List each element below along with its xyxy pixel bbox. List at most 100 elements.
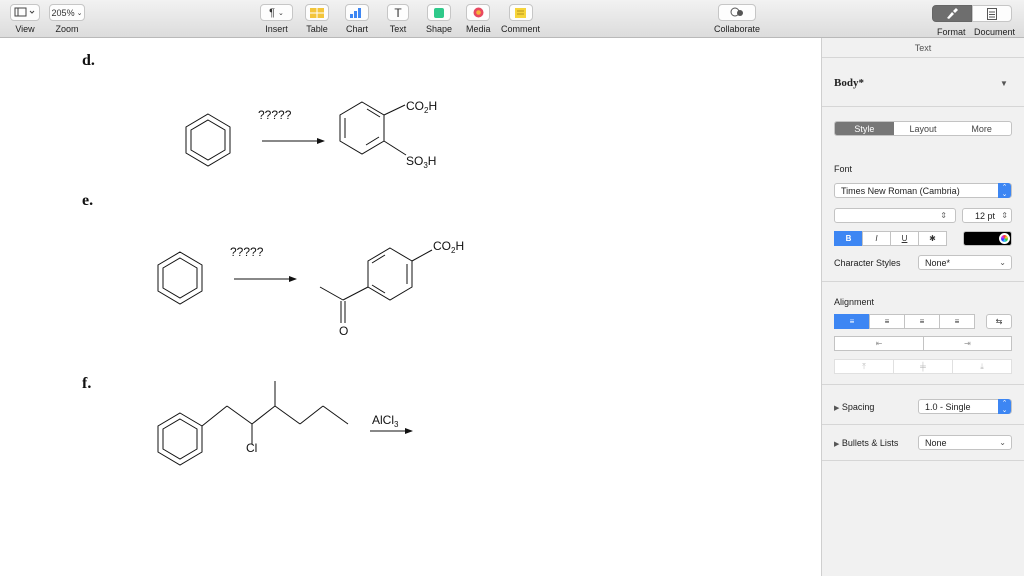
- media-label: Media: [466, 24, 491, 34]
- media-tool[interactable]: Media: [466, 4, 491, 34]
- so3h-group-d: SO3H: [406, 154, 436, 170]
- font-size-field[interactable]: 12 pt ⇕: [962, 208, 1012, 223]
- align-top-button[interactable]: ⤒: [834, 359, 894, 374]
- comment-icon: [515, 7, 526, 18]
- underline-button[interactable]: U: [890, 231, 919, 246]
- updown-arrows-icon: ⇕: [940, 211, 947, 220]
- media-button[interactable]: [466, 4, 491, 21]
- font-typeface-select[interactable]: ⇕: [834, 208, 956, 223]
- divider: [822, 106, 1024, 107]
- inspector-toggle: [932, 5, 1012, 22]
- outdent-icon: ⇤: [875, 339, 883, 348]
- align-bottom-button[interactable]: ⤓: [952, 359, 1012, 374]
- color-wheel-icon[interactable]: [999, 233, 1010, 244]
- benzene-d: [185, 113, 231, 167]
- reagent-f: AlCl3: [372, 413, 399, 429]
- view-label: View: [15, 24, 35, 34]
- character-styles-label: Character Styles: [834, 258, 901, 268]
- reaction-schemes: ????? CO2H SO3H ????? CO2H O Cl AlCl3: [157, 99, 464, 466]
- format-inspector: Text Body* ▼ Style Layout More Font Time…: [821, 38, 1024, 576]
- format-label: Format: [937, 27, 966, 37]
- text-tool[interactable]: T Text: [387, 4, 409, 34]
- zoom-button[interactable]: 205% ⌄: [49, 4, 85, 21]
- paragraph-style-name[interactable]: Body*: [834, 77, 864, 89]
- bullets-disclosure[interactable]: ▶ Bullets & Lists: [834, 438, 898, 448]
- decrease-indent-button[interactable]: ⇤: [834, 336, 924, 351]
- format-button[interactable]: [932, 5, 972, 22]
- align-bottom-icon: ⤓: [980, 361, 984, 371]
- updown-arrows-icon: ⌃ ⌄: [998, 183, 1011, 198]
- justify-icon: ≡: [954, 317, 960, 326]
- stepper-icon[interactable]: ⇕: [1001, 211, 1008, 220]
- comment-tool[interactable]: Comment: [501, 4, 540, 34]
- view-button[interactable]: [10, 4, 40, 21]
- align-center-button[interactable]: ≡: [869, 314, 905, 329]
- italic-button[interactable]: I: [862, 231, 891, 246]
- tab-layout[interactable]: Layout: [894, 122, 953, 135]
- disclosure-triangle-icon: ▶: [834, 405, 840, 412]
- zoom-label: Zoom: [55, 24, 79, 34]
- spacing-label: Spacing: [841, 402, 875, 412]
- align-left-icon: ≡: [849, 317, 855, 326]
- zoom-menu[interactable]: 205% ⌄ Zoom: [49, 4, 85, 34]
- indent-buttons: ⇤ ⇥: [834, 336, 1012, 351]
- chevron-down-icon[interactable]: ▼: [1000, 79, 1008, 88]
- table-tool[interactable]: Table: [305, 4, 329, 34]
- align-middle-icon: ╪: [920, 362, 926, 371]
- spacing-disclosure[interactable]: ▶ Spacing: [834, 402, 874, 412]
- align-middle-button[interactable]: ╪: [893, 359, 953, 374]
- document-icon: [987, 7, 997, 20]
- collaborate-button[interactable]: [718, 4, 757, 21]
- spacing-select[interactable]: 1.0 - Single ⌃ ⌄: [918, 399, 1012, 414]
- font-family-select[interactable]: Times New Roman (Cambria) ⌃ ⌄: [834, 183, 1012, 198]
- chart-tool[interactable]: Chart: [345, 4, 369, 34]
- text-button[interactable]: T: [387, 4, 409, 21]
- comment-label: Comment: [501, 24, 541, 34]
- shape-tool[interactable]: Shape: [426, 4, 452, 34]
- bullets-value: None: [925, 437, 947, 448]
- shape-icon: [434, 7, 445, 18]
- text-options-button[interactable]: ✱: [918, 231, 947, 246]
- tab-more[interactable]: More: [952, 122, 1011, 135]
- view-menu[interactable]: View: [10, 4, 40, 34]
- chevron-down-icon: ⌄: [76, 9, 83, 17]
- font-style-buttons: B I U ✱: [834, 231, 947, 246]
- co2h-group-d: CO2H: [406, 99, 437, 115]
- indent-icon: ⇥: [964, 339, 971, 348]
- comment-button[interactable]: [508, 4, 533, 21]
- chloro-group-f: Cl: [246, 441, 257, 455]
- table-label: Table: [306, 24, 328, 34]
- chevron-down-icon: ⌄: [999, 438, 1006, 447]
- shape-button[interactable]: [427, 4, 452, 21]
- tab-style[interactable]: Style: [835, 122, 894, 135]
- character-styles-select[interactable]: None* ⌄: [918, 255, 1012, 270]
- text-direction-button[interactable]: ⇆: [986, 314, 1012, 329]
- justify-button[interactable]: ≡: [939, 314, 975, 329]
- collaborate-label: Collaborate: [714, 24, 761, 34]
- bullets-select[interactable]: None ⌄: [918, 435, 1012, 450]
- increase-indent-button[interactable]: ⇥: [923, 336, 1012, 351]
- co2h-group-e: CO2H: [433, 239, 464, 255]
- document-canvas[interactable]: d. e. f. ????? CO2H SO3H ????? CO2H O Cl…: [0, 38, 821, 576]
- vertical-alignment-buttons: ⤒ ╪ ⤓: [834, 359, 1012, 374]
- sidebar-icon: [14, 7, 35, 17]
- chevron-down-icon: ⌄: [999, 258, 1006, 267]
- benzene-e: [157, 251, 203, 305]
- carbonyl-oxygen-e: O: [339, 324, 348, 338]
- chart-button[interactable]: [345, 4, 369, 21]
- text-color-well[interactable]: [963, 231, 1012, 246]
- document-button[interactable]: [972, 5, 1012, 22]
- collaborate-tool[interactable]: Collaborate: [714, 4, 760, 34]
- media-icon: [473, 7, 484, 18]
- inspector-header: Text: [822, 38, 1024, 58]
- insert-button[interactable]: ¶ ⌄: [260, 4, 293, 21]
- insert-menu[interactable]: ¶ ⌄ Insert: [260, 4, 293, 34]
- paragraph-icon: ¶: [269, 6, 276, 19]
- bold-button[interactable]: B: [834, 231, 863, 246]
- align-left-button[interactable]: ≡: [834, 314, 870, 329]
- text-label: Text: [389, 24, 407, 34]
- align-right-button[interactable]: ≡: [904, 314, 940, 329]
- spacing-value: 1.0 - Single: [925, 401, 971, 412]
- table-button[interactable]: [305, 4, 329, 21]
- product-d: [339, 101, 407, 156]
